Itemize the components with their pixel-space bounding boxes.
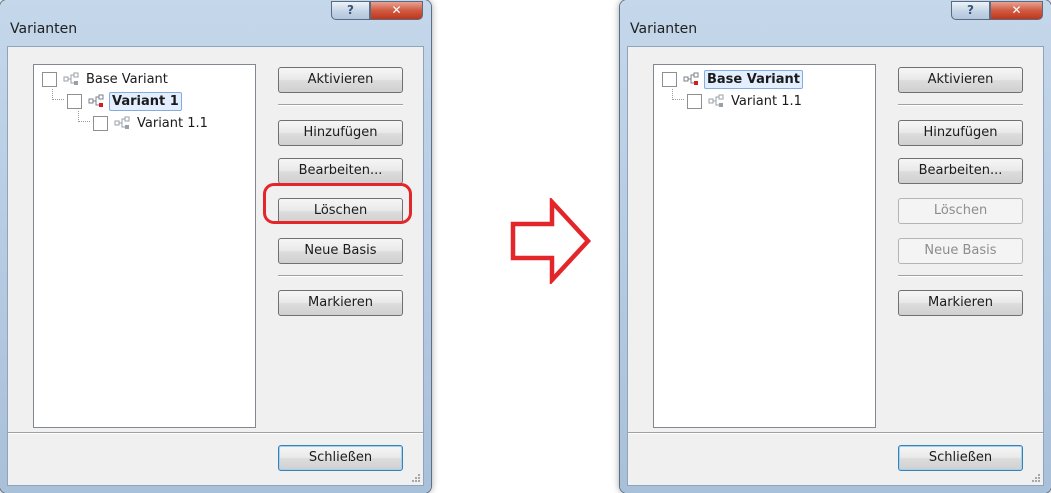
dialog-title: Varianten xyxy=(630,21,698,37)
neue-basis-highlight xyxy=(263,183,412,224)
tree-node-label-selected: Base Variant xyxy=(704,69,803,89)
dialog-client-area: Base Variant Variant 1.1 Aktivieren Hinz… xyxy=(627,46,1044,486)
checkbox[interactable] xyxy=(42,71,57,87)
hinzufuegen-button[interactable]: Hinzufügen xyxy=(278,120,403,146)
tree-node-label-selected: Variant 1 xyxy=(109,91,182,111)
checkbox[interactable] xyxy=(67,93,82,109)
resize-grip-icon[interactable] xyxy=(410,472,421,483)
schliessen-button[interactable]: Schließen xyxy=(278,445,403,471)
checkbox[interactable] xyxy=(662,71,677,87)
dialog-client-area: Base Variant Variant 1 Variant 1.1 Aktiv… xyxy=(7,46,424,486)
right-arrow-icon xyxy=(510,198,592,284)
button-separator xyxy=(898,104,1023,106)
aktivieren-button[interactable]: Aktivieren xyxy=(898,67,1023,93)
variant-tree-icon xyxy=(708,94,724,107)
footer-separator xyxy=(8,432,423,434)
variant-tree-icon xyxy=(683,72,699,85)
close-icon: ✕ xyxy=(1011,3,1022,17)
neue-basis-button-disabled: Neue Basis xyxy=(898,238,1023,264)
checkbox[interactable] xyxy=(687,93,702,109)
tree-node-label: Variant 1.1 xyxy=(137,115,208,131)
button-separator xyxy=(898,275,1023,277)
close-icon: ✕ xyxy=(391,3,402,17)
button-separator xyxy=(278,104,403,106)
window-close-button[interactable]: ✕ xyxy=(990,1,1043,20)
button-separator xyxy=(278,275,403,277)
dialog-after: Varianten ? ✕ Base Variant Variant 1.1 A… xyxy=(620,0,1051,493)
tree-connector xyxy=(672,89,684,100)
tree-node-label: Base Variant xyxy=(86,71,168,87)
tree-node-variant-1-1[interactable]: Variant 1.1 xyxy=(687,91,804,111)
bearbeiten-button[interactable]: Bearbeiten... xyxy=(898,158,1023,184)
help-button[interactable]: ? xyxy=(331,1,370,20)
variant-tree[interactable]: Base Variant Variant 1.1 xyxy=(653,64,876,428)
hinzufuegen-button[interactable]: Hinzufügen xyxy=(898,120,1023,146)
dialog-title: Varianten xyxy=(10,21,78,37)
neue-basis-button[interactable]: Neue Basis xyxy=(278,238,403,264)
tree-node-base-variant[interactable]: Base Variant xyxy=(42,69,170,89)
loeschen-button-disabled: Löschen xyxy=(898,198,1023,224)
markieren-button[interactable]: Markieren xyxy=(278,290,403,316)
help-button[interactable]: ? xyxy=(951,1,990,20)
tree-connector xyxy=(78,111,90,122)
resize-grip-icon[interactable] xyxy=(1030,472,1041,483)
tree-node-variant-1-1[interactable]: Variant 1.1 xyxy=(93,113,210,133)
tree-node-base-variant[interactable]: Base Variant xyxy=(662,69,803,89)
tree-node-label: Variant 1.1 xyxy=(731,93,802,109)
help-icon: ? xyxy=(967,3,974,17)
help-icon: ? xyxy=(347,3,354,17)
checkbox[interactable] xyxy=(93,115,108,131)
markieren-button[interactable]: Markieren xyxy=(898,290,1023,316)
variant-tree-icon xyxy=(114,116,130,129)
variant-tree[interactable]: Base Variant Variant 1 Variant 1.1 xyxy=(33,64,256,428)
bearbeiten-button[interactable]: Bearbeiten... xyxy=(278,158,403,184)
window-close-button[interactable]: ✕ xyxy=(370,1,423,20)
aktivieren-button[interactable]: Aktivieren xyxy=(278,67,403,93)
tree-node-variant-1[interactable]: Variant 1 xyxy=(67,91,182,111)
footer-separator xyxy=(628,432,1043,434)
schliessen-button[interactable]: Schließen xyxy=(898,445,1023,471)
variant-tree-icon xyxy=(88,94,104,107)
tree-connector xyxy=(52,89,64,100)
variant-tree-icon xyxy=(63,72,79,85)
dialog-before: Varianten ? ✕ Base Variant Variant 1 Var… xyxy=(0,0,431,493)
